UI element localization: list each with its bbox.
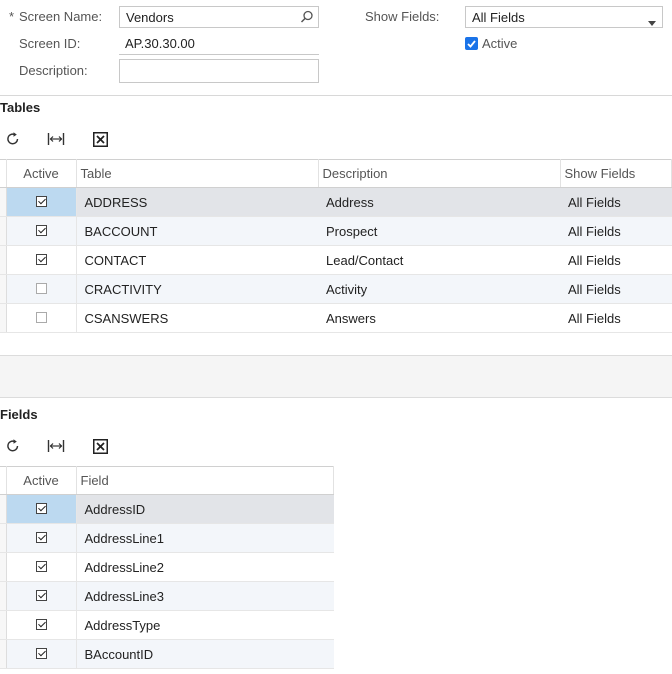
list-item[interactable]: AddressID <box>0 494 334 524</box>
active-checkbox[interactable] <box>35 253 47 265</box>
active-checkbox[interactable] <box>35 531 47 543</box>
screen-name-value: Vendors <box>126 10 174 25</box>
screen-id-value: AP.30.30.00 <box>119 33 319 55</box>
active-checkbox[interactable] <box>35 224 47 236</box>
active-checkbox[interactable] <box>35 311 47 323</box>
col-show-fields-header[interactable]: Show Fields <box>560 159 672 188</box>
divider <box>0 95 672 96</box>
table-row[interactable]: ADDRESS Address All Fields <box>0 187 672 217</box>
field-cell: AddressLine3 <box>76 581 334 611</box>
show-fields-cell: All Fields <box>560 303 672 333</box>
refresh-icon[interactable] <box>3 436 23 456</box>
field-cell: AddressID <box>76 494 334 524</box>
table-row[interactable]: CRACTIVITY Activity All Fields <box>0 274 672 304</box>
table-cell: CSANSWERS <box>76 303 318 333</box>
export-excel-icon[interactable] <box>90 436 110 456</box>
list-item[interactable]: AddressLine1 <box>0 523 334 553</box>
show-fields-label: Show Fields: <box>365 9 440 24</box>
screen-name-input[interactable]: Vendors <box>119 6 319 28</box>
required-mark: * <box>9 9 15 24</box>
splitter[interactable] <box>0 355 672 398</box>
show-fields-value: All Fields <box>472 10 525 25</box>
export-excel-icon[interactable] <box>90 129 110 149</box>
description-cell: Answers <box>318 303 560 333</box>
table-cell: CRACTIVITY <box>76 274 318 304</box>
active-checkbox[interactable] <box>35 560 47 572</box>
active-checkbox[interactable] <box>35 618 47 630</box>
col-description-header[interactable]: Description <box>318 159 561 188</box>
fields-grid: Active Field AddressID AddressLine1 Addr… <box>0 466 334 669</box>
active-label: Active <box>482 36 518 51</box>
description-cell: Address <box>318 187 560 217</box>
list-item[interactable]: AddressLine2 <box>0 552 334 582</box>
active-checkbox[interactable] <box>35 282 47 294</box>
field-cell: AddressType <box>76 610 334 640</box>
active-checkbox[interactable] <box>35 195 47 207</box>
search-icon[interactable] <box>300 10 314 27</box>
col-field-header[interactable]: Field <box>76 466 334 495</box>
table-row[interactable]: BACCOUNT Prospect All Fields <box>0 216 672 246</box>
fit-width-icon[interactable] <box>46 129 66 149</box>
col-table-header[interactable]: Table <box>76 159 319 188</box>
active-checkbox[interactable] <box>465 37 478 50</box>
screen-name-label: Screen Name: <box>19 9 103 24</box>
fields-section-title: Fields <box>0 407 38 422</box>
table-row[interactable]: CSANSWERS Answers All Fields <box>0 303 672 333</box>
active-checkbox[interactable] <box>35 647 47 659</box>
list-item[interactable]: AddressLine3 <box>0 581 334 611</box>
show-fields-select[interactable]: All Fields <box>465 6 663 28</box>
show-fields-cell: All Fields <box>560 216 672 246</box>
description-input[interactable] <box>119 59 319 83</box>
tables-section-title: Tables <box>0 100 41 115</box>
table-cell: CONTACT <box>76 245 318 275</box>
show-fields-cell: All Fields <box>560 187 672 217</box>
refresh-icon[interactable] <box>3 129 23 149</box>
show-fields-cell: All Fields <box>560 245 672 275</box>
field-cell: BAccountID <box>76 639 334 669</box>
screen-id-label: Screen ID: <box>19 36 81 51</box>
show-fields-cell: All Fields <box>560 274 672 304</box>
table-row[interactable]: CONTACT Lead/Contact All Fields <box>0 245 672 275</box>
field-cell: AddressLine2 <box>76 552 334 582</box>
chevron-down-icon[interactable] <box>648 14 656 29</box>
active-checkbox-row[interactable]: Active <box>465 36 517 51</box>
description-cell: Activity <box>318 274 560 304</box>
col-active-header[interactable]: Active <box>6 466 77 495</box>
active-checkbox[interactable] <box>35 502 47 514</box>
active-checkbox[interactable] <box>35 589 47 601</box>
table-cell: ADDRESS <box>76 187 318 217</box>
description-cell: Lead/Contact <box>318 245 560 275</box>
table-cell: BACCOUNT <box>76 216 318 246</box>
list-item[interactable]: BAccountID <box>0 639 334 669</box>
description-cell: Prospect <box>318 216 560 246</box>
list-item[interactable]: AddressType <box>0 610 334 640</box>
col-active-header[interactable]: Active <box>6 159 77 188</box>
description-label: Description: <box>19 63 88 78</box>
tables-grid: Active Table Description Show Fields ADD… <box>0 159 672 333</box>
field-cell: AddressLine1 <box>76 523 334 553</box>
fit-width-icon[interactable] <box>46 436 66 456</box>
